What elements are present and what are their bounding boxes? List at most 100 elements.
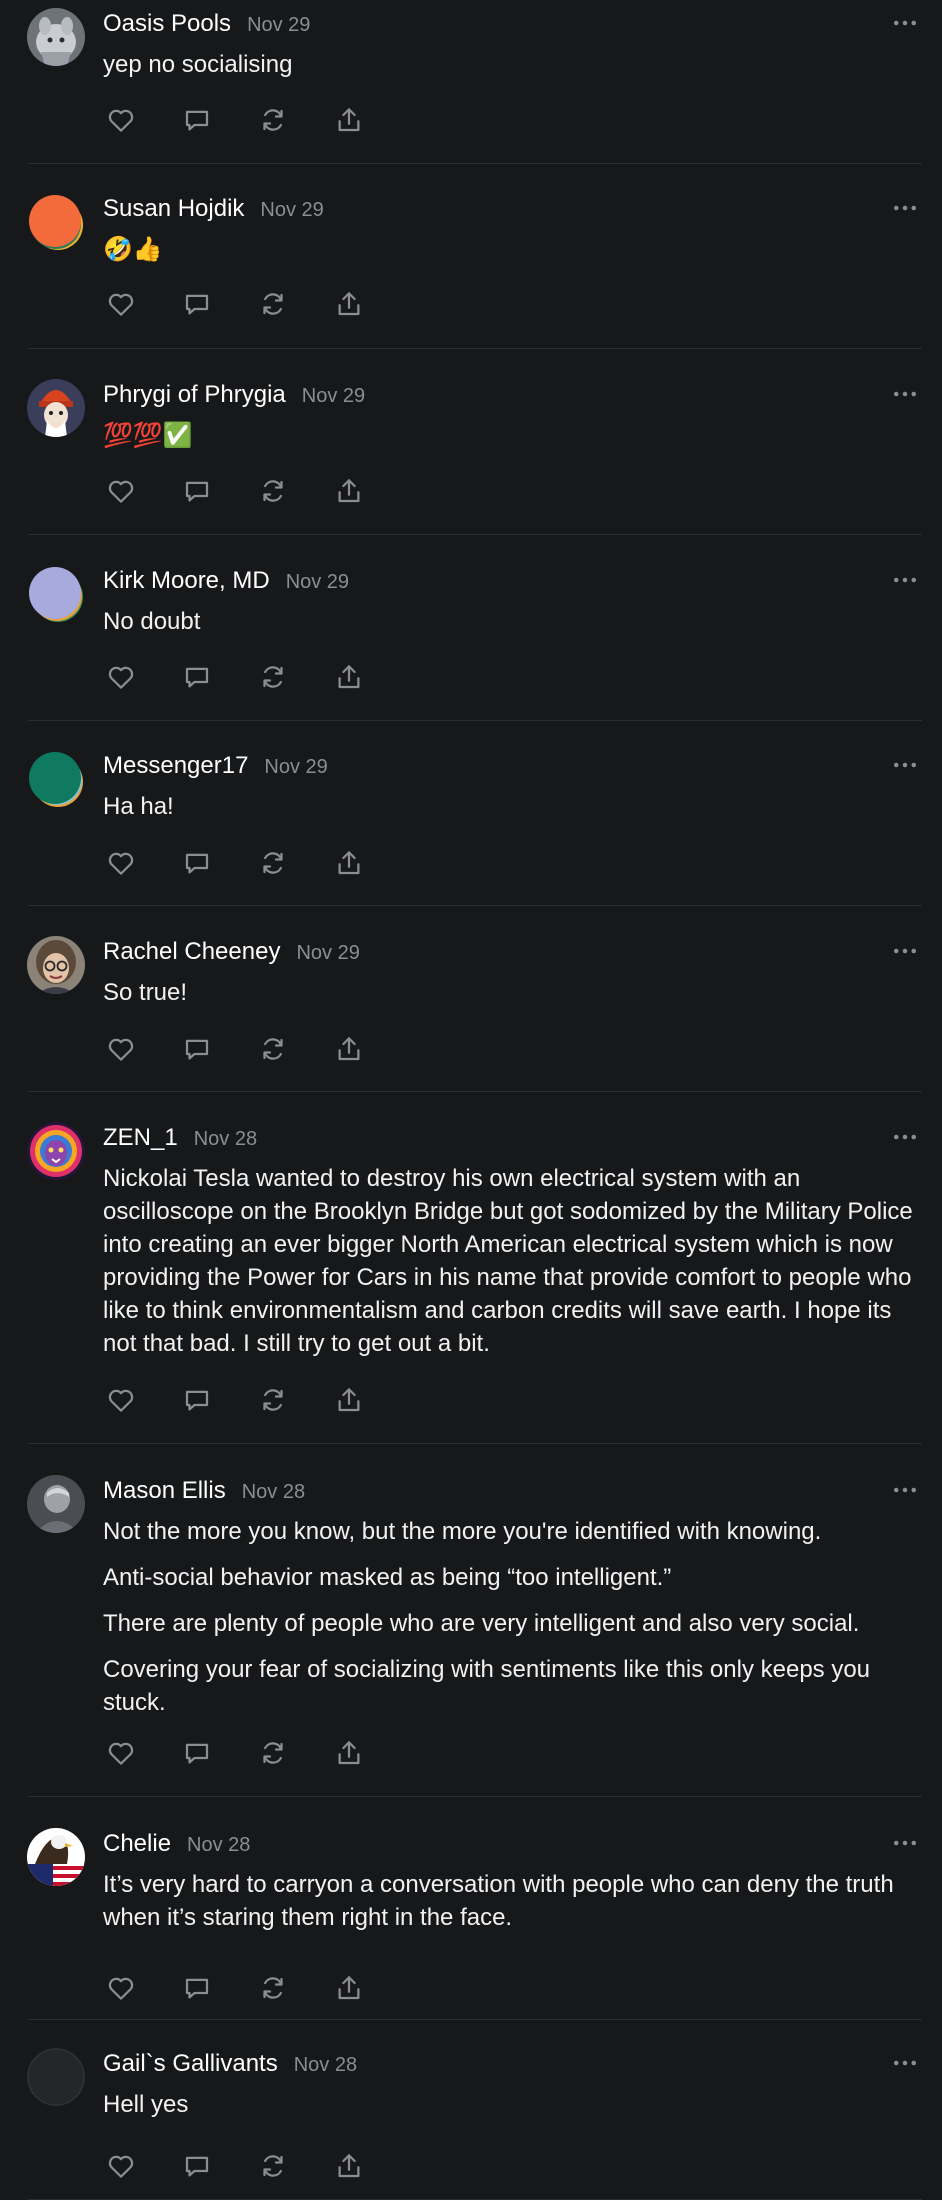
like-button[interactable]: [103, 473, 139, 509]
restack-button[interactable]: [255, 1031, 291, 1067]
reply-button[interactable]: [179, 286, 215, 322]
like-button[interactable]: [103, 1970, 139, 2006]
comment-item: Mason Ellis Nov 28 Not the more you know, …: [0, 1467, 942, 1797]
share-button[interactable]: [331, 1031, 367, 1067]
restack-button[interactable]: [255, 102, 291, 138]
reply-button[interactable]: [179, 1970, 215, 2006]
restack-icon: [258, 1034, 288, 1064]
reply-button[interactable]: [179, 1031, 215, 1067]
more-icon[interactable]: [890, 1475, 920, 1505]
heart-icon: [106, 2151, 136, 2181]
author-name[interactable]: Chelie: [103, 1830, 171, 1858]
author-name[interactable]: Kirk Moore, MD: [103, 567, 270, 595]
like-button[interactable]: [103, 286, 139, 322]
share-button[interactable]: [331, 473, 367, 509]
author-name[interactable]: Gail`s Gallivants: [103, 2050, 278, 2078]
share-button[interactable]: [331, 102, 367, 138]
like-button[interactable]: [103, 2148, 139, 2184]
avatar[interactable]: [27, 2048, 85, 2106]
like-button[interactable]: [103, 102, 139, 138]
restack-button[interactable]: [255, 1382, 291, 1418]
author-name[interactable]: Phrygi of Phrygia: [103, 381, 286, 409]
comment-actions: [103, 473, 407, 509]
heart-icon: [106, 476, 136, 506]
author-name[interactable]: ZEN_1: [103, 1124, 178, 1152]
divider: [28, 2019, 922, 2020]
avatar[interactable]: [27, 936, 85, 994]
comment-body: Ha ha!: [103, 790, 923, 823]
reply-button[interactable]: [179, 1735, 215, 1771]
like-button[interactable]: [103, 845, 139, 881]
reply-button[interactable]: [179, 2148, 215, 2184]
more-icon[interactable]: [890, 565, 920, 595]
like-button[interactable]: [103, 1382, 139, 1418]
more-icon[interactable]: [890, 750, 920, 780]
restack-button[interactable]: [255, 659, 291, 695]
comment-body: Nickolai Tesla wanted to destroy his own…: [103, 1162, 923, 1360]
share-button[interactable]: [331, 1382, 367, 1418]
like-button[interactable]: [103, 1735, 139, 1771]
comment-actions: [103, 1735, 407, 1771]
avatar[interactable]: [27, 1475, 85, 1533]
comment-date: Nov 29: [260, 199, 324, 221]
restack-button[interactable]: [255, 473, 291, 509]
more-icon[interactable]: [890, 1828, 920, 1858]
avatar[interactable]: [27, 8, 85, 66]
avatar[interactable]: [27, 750, 85, 808]
share-button[interactable]: [331, 2148, 367, 2184]
author-name[interactable]: Mason Ellis: [103, 1477, 226, 1505]
share-button[interactable]: [331, 1735, 367, 1771]
comment-icon: [182, 105, 212, 135]
avatar[interactable]: [27, 1122, 85, 1180]
heart-icon: [106, 1385, 136, 1415]
comment-text: Anti-social behavior masked as being “to…: [103, 1564, 672, 1591]
divider: [28, 1443, 922, 1444]
heart-icon: [106, 1034, 136, 1064]
reply-button[interactable]: [179, 845, 215, 881]
author-name[interactable]: Susan Hojdik: [103, 195, 244, 223]
more-icon[interactable]: [890, 8, 920, 38]
heart-icon: [106, 848, 136, 878]
comment-date: Nov 29: [301, 385, 366, 407]
share-icon: [334, 105, 364, 135]
comment-feed: Oasis Pools Nov 29 yep no socialising Susan…: [0, 0, 942, 2200]
share-button[interactable]: [331, 286, 367, 322]
avatar[interactable]: [27, 193, 85, 251]
author-name[interactable]: Oasis Pools: [103, 10, 231, 38]
like-button[interactable]: [103, 659, 139, 695]
reply-button[interactable]: [179, 1382, 215, 1418]
comment-item: Messenger17 Nov 29 Ha ha!: [0, 742, 942, 906]
more-icon[interactable]: [890, 193, 920, 223]
restack-icon: [258, 289, 288, 319]
avatar[interactable]: [27, 1828, 85, 1886]
divider: [28, 534, 922, 535]
restack-button[interactable]: [255, 1970, 291, 2006]
comment-text: Hell yes: [103, 2091, 189, 2118]
heart-icon: [106, 1973, 136, 2003]
more-icon[interactable]: [890, 1122, 920, 1152]
comment-icon: [182, 1738, 212, 1768]
reply-button[interactable]: [179, 659, 215, 695]
restack-button[interactable]: [255, 845, 291, 881]
avatar[interactable]: [27, 565, 85, 623]
avatar[interactable]: [27, 379, 85, 437]
divider: [28, 1091, 922, 1092]
restack-button[interactable]: [255, 286, 291, 322]
share-button[interactable]: [331, 659, 367, 695]
more-icon[interactable]: [890, 379, 920, 409]
reply-button[interactable]: [179, 102, 215, 138]
share-button[interactable]: [331, 845, 367, 881]
more-icon[interactable]: [890, 936, 920, 966]
share-button[interactable]: [331, 1970, 367, 2006]
comment-actions: [103, 1970, 407, 2006]
comment-actions: [103, 659, 407, 695]
restack-button[interactable]: [255, 1735, 291, 1771]
restack-button[interactable]: [255, 2148, 291, 2184]
reply-button[interactable]: [179, 473, 215, 509]
comment-header: Phrygi of Phrygia Nov 29: [103, 381, 365, 413]
author-name[interactable]: Messenger17: [103, 752, 248, 780]
like-button[interactable]: [103, 1031, 139, 1067]
more-icon[interactable]: [890, 2048, 920, 2078]
author-name[interactable]: Rachel Cheeney: [103, 938, 280, 966]
comment-header: Mason Ellis Nov 28: [103, 1477, 305, 1509]
